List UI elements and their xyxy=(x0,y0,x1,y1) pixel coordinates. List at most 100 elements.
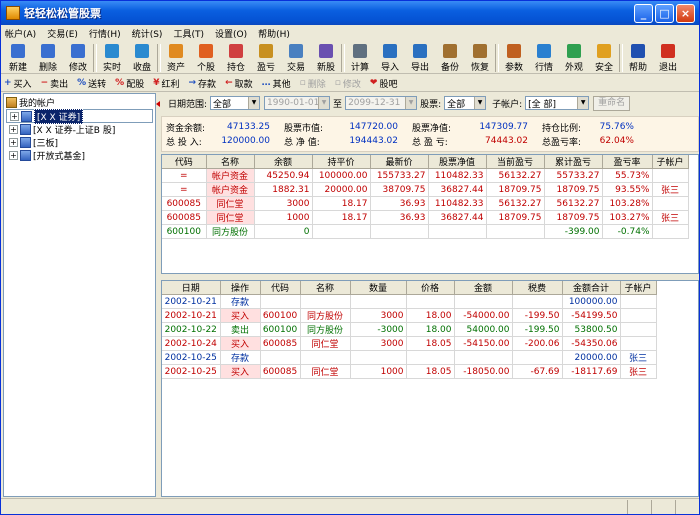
trade-button-8[interactable]: ▫ 删除 xyxy=(300,77,326,90)
toolbar-button-20[interactable]: 帮助 xyxy=(623,42,653,74)
column-header[interactable]: 代码 xyxy=(162,155,207,169)
table-row[interactable]: 600100 同方股份 0 -399.00 -0.74% xyxy=(162,224,689,239)
toolbar-button-13[interactable]: 导出 xyxy=(405,42,435,74)
date-to-picker[interactable]: 2099-12-31 ▼ xyxy=(345,96,418,110)
table-row[interactable]: = 帐户资金 1882.31 20000.00 38709.75 36827.44 1870… xyxy=(162,182,689,197)
table-row[interactable]: 2002-10-21 买入 600100 同方股份 3000 18.00 -54000.00… xyxy=(162,308,657,323)
tree-root[interactable]: 我的帐户 xyxy=(6,96,153,109)
menu-help[interactable]: 帮助(H) xyxy=(258,27,290,40)
toolbar-button-6[interactable]: 个股 xyxy=(191,42,221,74)
column-header[interactable]: 盈亏率 xyxy=(602,155,653,169)
toolbar-button-1[interactable]: 删除 xyxy=(33,42,63,74)
trade-button-1[interactable]: − 卖出 xyxy=(41,77,69,90)
collapse-arrow-icon[interactable] xyxy=(156,101,160,107)
expand-icon[interactable]: + xyxy=(9,151,18,160)
expand-icon[interactable]: + xyxy=(9,138,18,147)
date-range-select[interactable]: 全部 ▼ xyxy=(210,96,261,110)
column-header[interactable]: 持平价 xyxy=(312,155,371,169)
toolbar-button-19[interactable]: 安全 xyxy=(589,42,619,74)
trade-button-5[interactable]: → 存款 xyxy=(189,77,217,90)
column-header[interactable]: 金额 xyxy=(454,281,513,295)
column-header[interactable]: 税费 xyxy=(512,281,563,295)
minimize-button[interactable]: _ xyxy=(634,3,653,23)
toolbar-button-17[interactable]: 行情 xyxy=(529,42,559,74)
menu-tools[interactable]: 工具(T) xyxy=(173,27,204,40)
tree-node-1[interactable]: + [X X 证券-上证B 股] xyxy=(6,123,153,136)
column-header[interactable]: 操作 xyxy=(220,281,261,295)
toolbar-button-15[interactable]: 恢复 xyxy=(465,42,495,74)
trade-button-7[interactable]: … 其他 xyxy=(262,77,291,90)
column-header[interactable]: 累计盈亏 xyxy=(544,155,603,169)
menu-account[interactable]: 帐户(A) xyxy=(5,27,36,40)
toolbar-button-21[interactable]: 退出 xyxy=(653,42,683,74)
table-row[interactable]: = 帐户资金 45250.94 100000.00 155733.27 110482.33… xyxy=(162,168,689,183)
date-from-picker[interactable]: 1990-01-01 ▼ xyxy=(264,96,331,110)
toolbar-button-label: 安全 xyxy=(594,63,613,73)
toolbar-button-8[interactable]: 盈亏 xyxy=(251,42,281,74)
column-header[interactable]: 金额合计 xyxy=(562,281,621,295)
toolbar-button-0[interactable]: 新建 xyxy=(3,42,33,74)
trade-button-2[interactable]: % 送转 xyxy=(77,77,106,90)
trade-button-4[interactable]: ¥ 红利 xyxy=(153,77,179,90)
toolbar-button-2[interactable]: 修改 xyxy=(63,42,93,74)
tree-node-0[interactable]: + [X X 证券] xyxy=(6,108,153,124)
toolbar-button-10[interactable]: 新股 xyxy=(311,42,341,74)
toolbar-button-7[interactable]: 持仓 xyxy=(221,42,251,74)
menu-quote[interactable]: 行情(H) xyxy=(89,27,121,40)
table-row[interactable]: 2002-10-25 买入 600085 同仁堂 1000 18.05 -18050.00-… xyxy=(162,364,657,379)
column-header[interactable]: 数量 xyxy=(350,281,407,295)
column-header[interactable]: 名称 xyxy=(206,155,255,169)
subaccount-select[interactable]: [全 部] ▼ xyxy=(525,96,590,110)
close-button[interactable]: × xyxy=(676,3,695,23)
title-bar[interactable]: 轻轻松松管股票 _ □ × xyxy=(1,1,699,25)
expand-icon[interactable]: + xyxy=(9,125,18,134)
trades-table[interactable]: 日期 操作 代码 名称 数量 价格 金额 税费 金额合计 子帐户 2002-10-21 存款 10000… xyxy=(161,280,699,497)
stock-select[interactable]: 全部 ▼ xyxy=(444,96,487,110)
column-header[interactable]: 最新价 xyxy=(370,155,429,169)
table-row[interactable]: 2002-10-25 存款 20000.00 张三 xyxy=(162,350,657,365)
holdings-table[interactable]: 代码 名称 余额 持平价 最新价 股票净值 当前盈亏 累计盈亏 盈亏率 子帐户 = 帐户资金 45250… xyxy=(161,154,699,274)
tree-node-3[interactable]: + [开放式基金] xyxy=(6,149,153,162)
toolbar-button-14[interactable]: 备份 xyxy=(435,42,465,74)
column-header[interactable]: 代码 xyxy=(260,281,301,295)
table-row[interactable]: 2002-10-24 买入 600085 同仁堂 3000 18.05 -54150.00-… xyxy=(162,336,657,351)
menu-stats[interactable]: 统计(S) xyxy=(132,27,163,40)
rename-button[interactable]: 重命名 xyxy=(593,95,631,111)
table-cell: 55733.27 xyxy=(544,168,603,183)
toolbar-button-16[interactable]: 参数 xyxy=(499,42,529,74)
expand-icon[interactable]: + xyxy=(10,111,19,121)
column-header[interactable]: 子帐户 xyxy=(620,281,657,295)
table-cell xyxy=(406,350,455,365)
table-row[interactable]: 600085 同仁堂 1000 18.17 36.93 36827.44 18709.75 1… xyxy=(162,210,689,225)
table-row[interactable]: 2002-10-21 存款 100000.00 xyxy=(162,294,657,309)
toolbar-button-4[interactable]: 收盘 xyxy=(127,42,157,74)
column-header[interactable]: 当前盈亏 xyxy=(486,155,545,169)
column-header[interactable]: 股票净值 xyxy=(428,155,487,169)
column-header[interactable]: 日期 xyxy=(162,281,221,295)
column-header[interactable]: 价格 xyxy=(406,281,455,295)
column-header[interactable]: 名称 xyxy=(300,281,351,295)
trade-button-0[interactable]: + 买入 xyxy=(4,77,32,90)
column-header[interactable]: 子帐户 xyxy=(652,155,689,169)
table-cell: 18709.75 xyxy=(486,210,545,225)
column-header[interactable]: 余额 xyxy=(254,155,313,169)
toolbar-button-9[interactable]: 交易 xyxy=(281,42,311,74)
menu-settings[interactable]: 设置(O) xyxy=(215,27,247,40)
toolbar-button-3[interactable]: 实时 xyxy=(97,42,127,74)
table-row[interactable]: 2002-10-22 卖出 600100 同方股份 -3000 18.00 54000.00… xyxy=(162,322,657,337)
account-tree[interactable]: 我的帐户 + [X X 证券] + [X X 证券-上证B 股] + [三板] + [开放式基… xyxy=(3,93,156,497)
table-row[interactable]: 600085 同仁堂 3000 18.17 36.93 110482.33 56132.27… xyxy=(162,196,689,211)
maximize-button[interactable]: □ xyxy=(655,3,674,23)
trade-button-10[interactable]: ❤ 股吧 xyxy=(370,77,398,90)
trade-button-6[interactable]: ← 取款 xyxy=(225,77,253,90)
toolbar-button-11[interactable]: 计算 xyxy=(345,42,375,74)
table-cell: = xyxy=(162,182,207,197)
menu-trade[interactable]: 交易(E) xyxy=(47,27,78,40)
trade-button-3[interactable]: % 配股 xyxy=(115,77,144,90)
toolbar-button-5[interactable]: 资产 xyxy=(161,42,191,74)
toolbar-button-18[interactable]: 外观 xyxy=(559,42,589,74)
help-icon xyxy=(631,44,645,58)
toolbar-button-12[interactable]: 导入 xyxy=(375,42,405,74)
trade-button-9[interactable]: ▫ 修改 xyxy=(335,77,361,90)
tree-node-2[interactable]: + [三板] xyxy=(6,136,153,149)
